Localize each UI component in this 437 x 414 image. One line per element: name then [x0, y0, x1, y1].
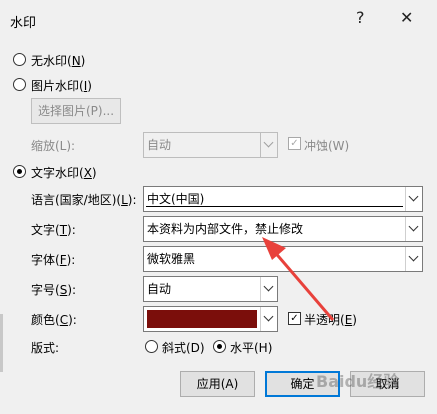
arrow-shaft [271, 249, 335, 321]
red-arrow-annotation [262, 237, 335, 321]
arrow-head [262, 237, 286, 260]
watermark-dialog: 水印 ? ✕ 无水印(N) 图片水印(I) 选择图片(P)... 缩放(L): … [0, 0, 437, 414]
